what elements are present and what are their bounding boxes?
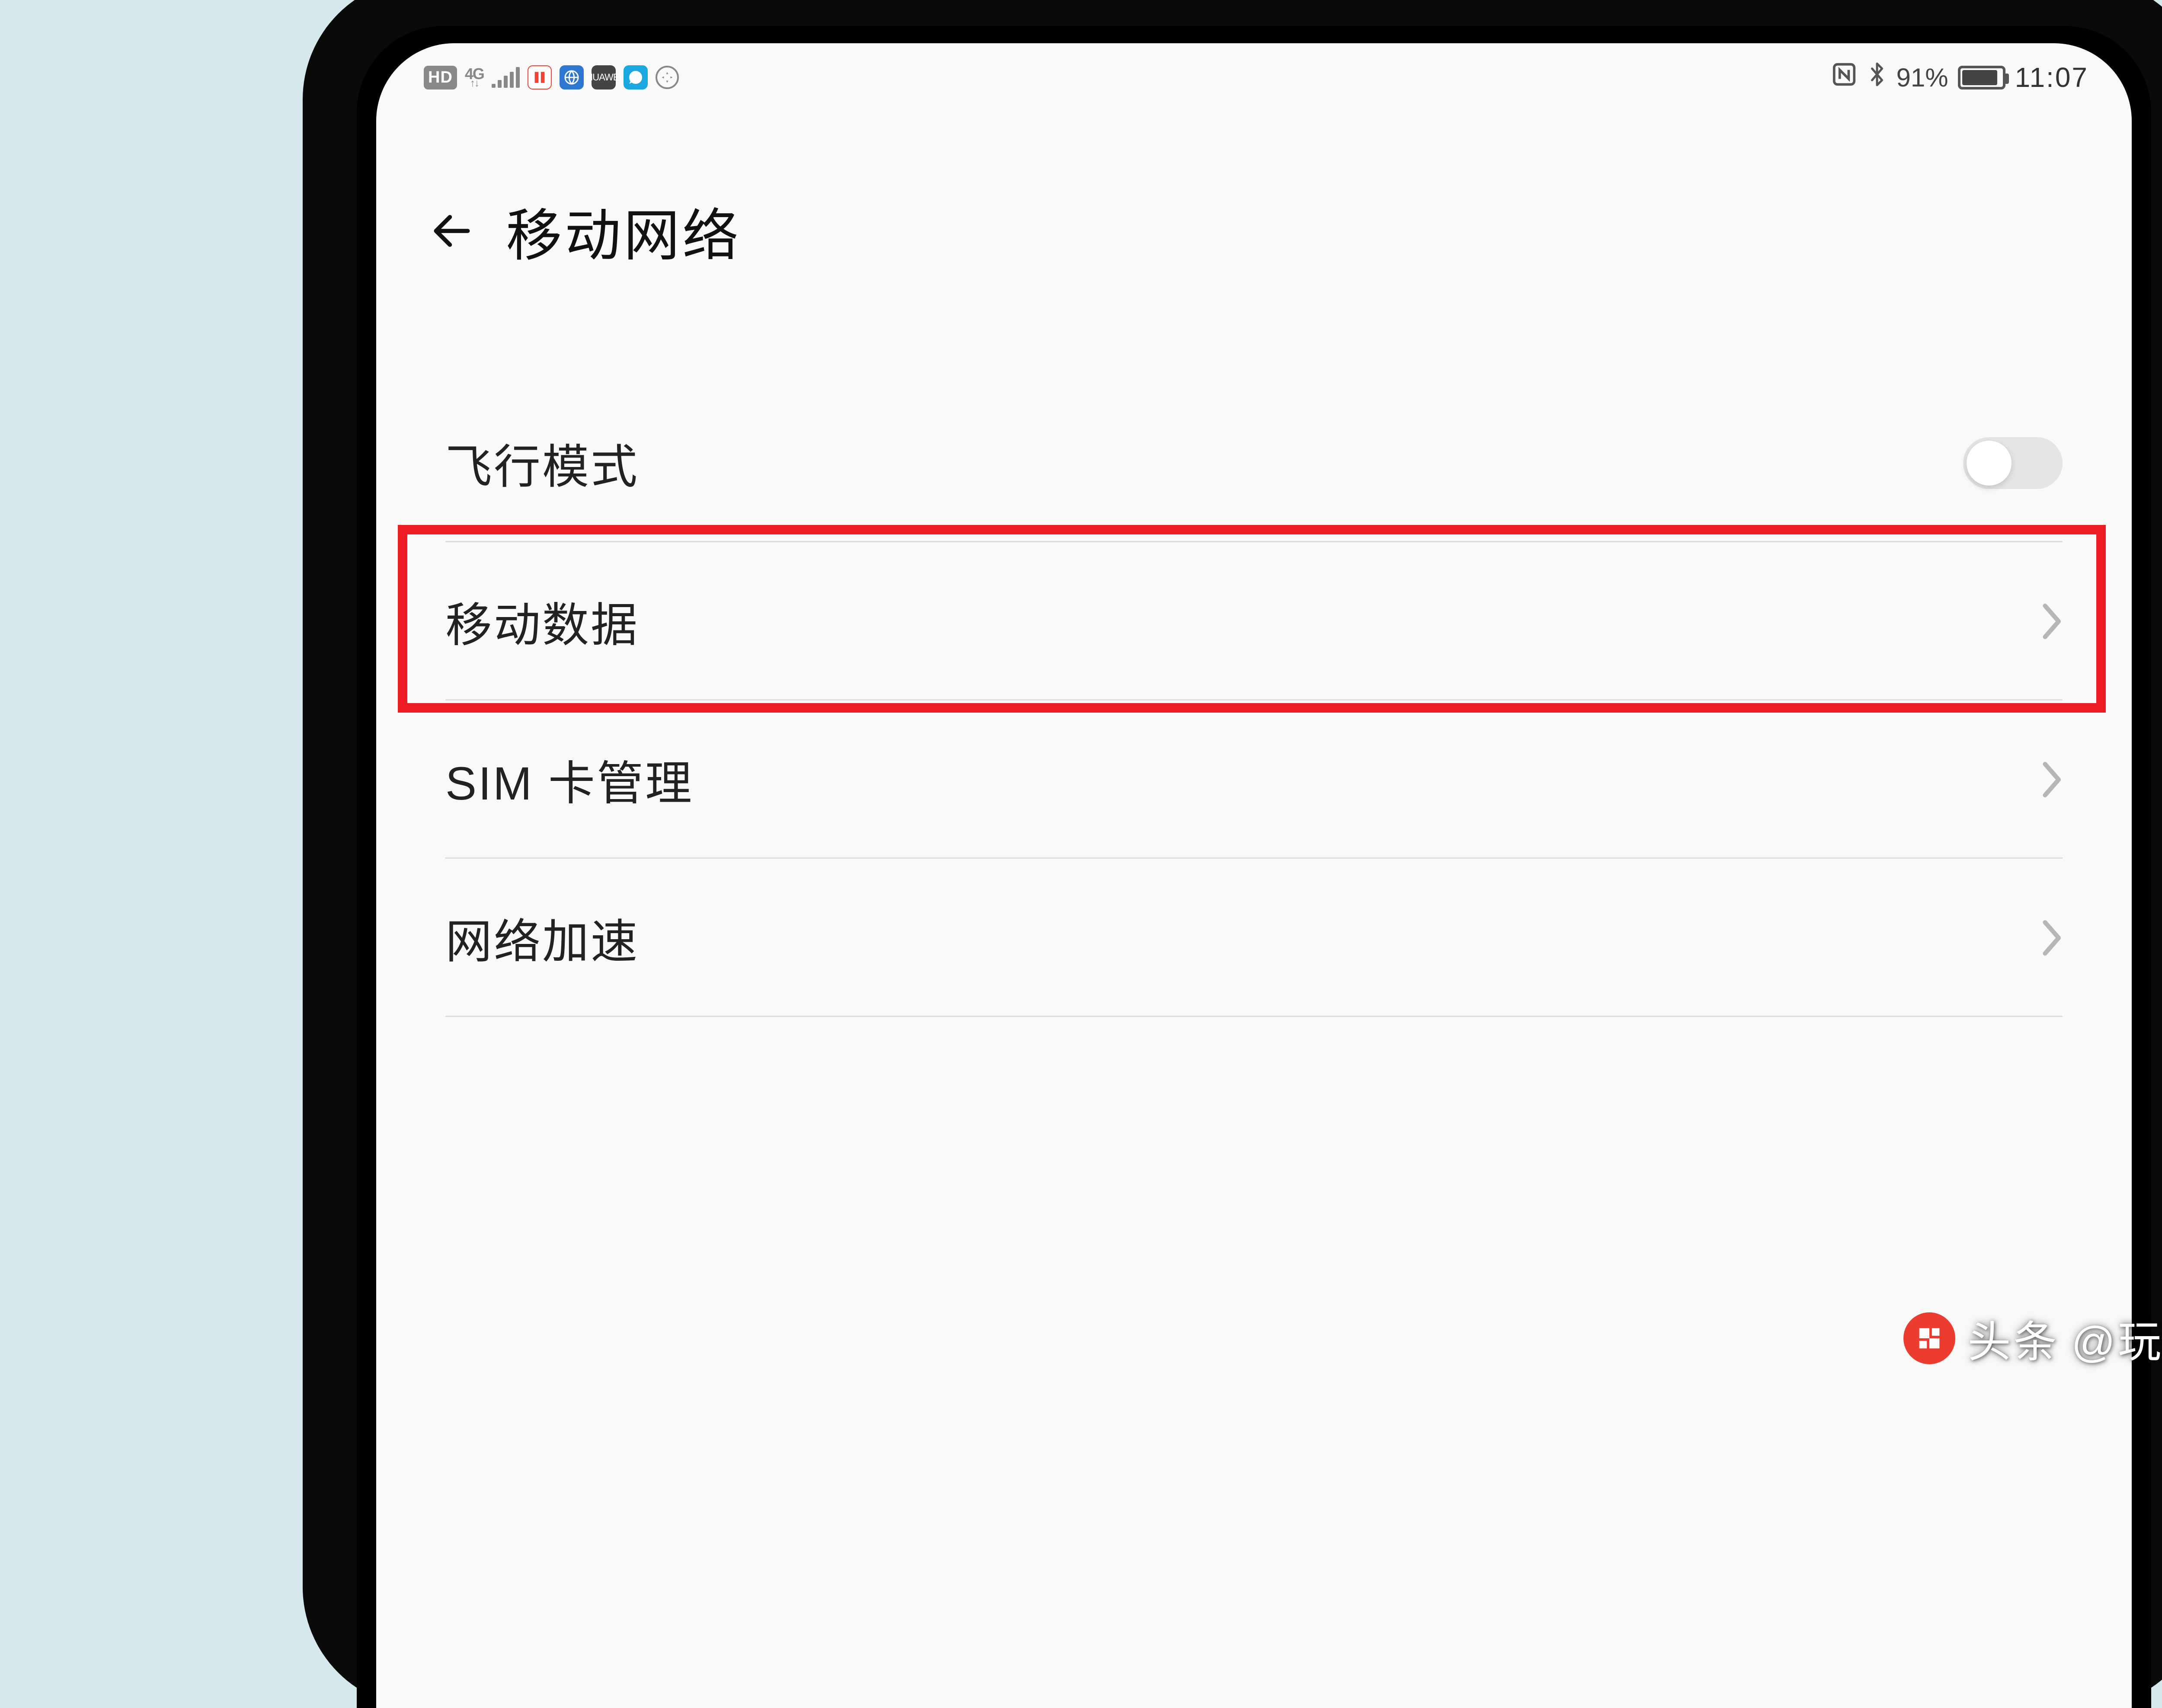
bluetooth-icon — [1867, 61, 1887, 95]
nfc-icon — [1831, 61, 1858, 94]
status-left: HD 4G ↑↓ HUAWEI — [424, 65, 679, 90]
watermark: 头条 @玩手机的张先生 — [1903, 1307, 2162, 1369]
watermark-prefix: 头条 — [1967, 1307, 2059, 1369]
row-sim-management[interactable]: SIM 卡管理 — [376, 700, 2132, 859]
page-title: 移动网络 — [506, 190, 741, 272]
app-notification-icon-5 — [656, 66, 679, 89]
status-right: 91% 11:07 — [1831, 61, 2089, 95]
hd-badge: HD — [424, 66, 457, 90]
settings-list: 飞行模式 移动数据 SIM 卡管理 — [376, 306, 2132, 1017]
row-network-boost-label: 网络加速 — [445, 904, 639, 972]
network-arrows-icon: ↑↓ — [470, 80, 479, 87]
screen: HD 4G ↑↓ HUAWEI — [376, 43, 2132, 1708]
row-mobile-data-label: 移动数据 — [445, 588, 639, 655]
network-4g-icon: 4G ↑↓ — [465, 68, 484, 87]
back-arrow-icon — [428, 207, 476, 255]
header: 移动网络 — [376, 104, 2132, 306]
app-notification-icon-3: HUAWEI — [592, 65, 616, 90]
phone-frame: HD 4G ↑↓ HUAWEI — [303, 0, 2162, 1708]
app-notification-icon-2 — [560, 65, 584, 90]
phone-inner-bezel: HD 4G ↑↓ HUAWEI — [357, 26, 2151, 1708]
row-sim-label: SIM 卡管理 — [445, 746, 694, 813]
clock: 11:07 — [2015, 61, 2088, 93]
toggle-knob — [1967, 441, 2012, 486]
airplane-toggle[interactable] — [1963, 437, 2063, 489]
row-mobile-data[interactable]: 移动数据 — [376, 542, 2132, 700]
app-notification-icon-1 — [528, 65, 552, 90]
app-notification-icon-4 — [624, 65, 648, 90]
watermark-logo-icon — [1903, 1312, 1955, 1364]
signal-bars-icon — [492, 67, 520, 88]
battery-icon — [1958, 66, 2005, 90]
chevron-right-icon — [2039, 602, 2063, 641]
row-network-boost[interactable]: 网络加速 — [376, 859, 2132, 1017]
status-bar: HD 4G ↑↓ HUAWEI — [376, 43, 2132, 104]
back-button[interactable] — [428, 207, 476, 255]
battery-percent: 91% — [1897, 63, 1948, 93]
chevron-right-icon — [2039, 918, 2063, 957]
row-airplane-mode[interactable]: 飞行模式 — [376, 384, 2132, 542]
battery-fill — [1962, 70, 1998, 85]
row-airplane-label: 飞行模式 — [445, 429, 639, 497]
chevron-right-icon — [2039, 760, 2063, 799]
watermark-handle: @玩手机的张先生 — [2071, 1307, 2162, 1369]
